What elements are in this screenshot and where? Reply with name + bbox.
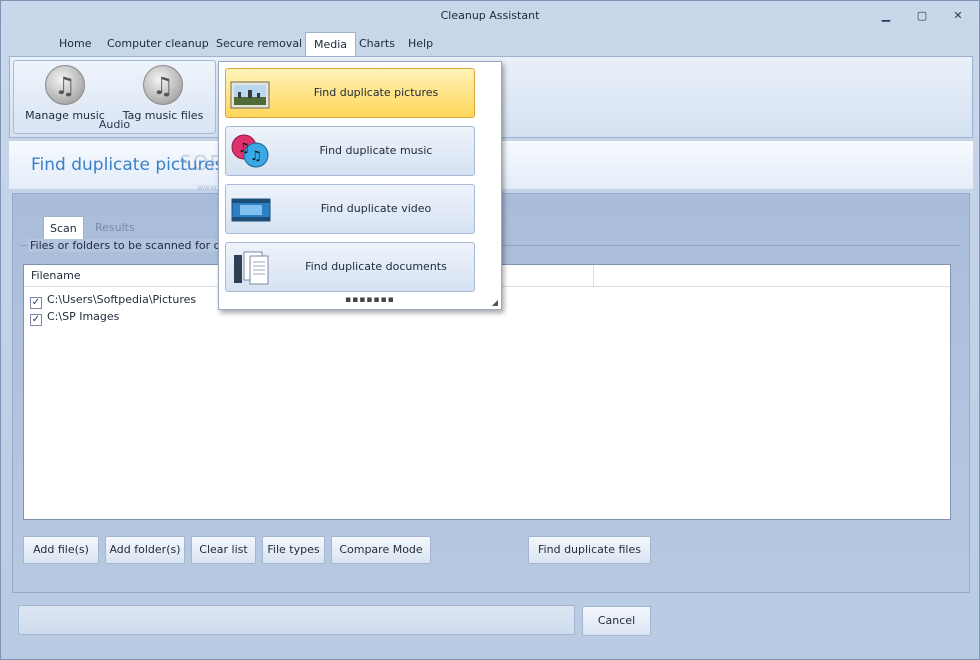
find-duplicate-music-item[interactable]: ♫ ♫ Find duplicate music — [225, 126, 475, 176]
tag-music-files-button[interactable]: ♫ Tag music files — [118, 65, 208, 122]
app-window: Cleanup Assistant ▁ ▢ ✕ Home Computer cl… — [0, 0, 980, 660]
resize-grip-icon[interactable]: ◢ — [492, 298, 498, 307]
svg-text:♫: ♫ — [238, 141, 250, 156]
dd-label-music: Find duplicate music — [319, 144, 433, 157]
dd-label-documents: Find duplicate documents — [305, 260, 447, 273]
maximize-icon: ▢ — [916, 9, 928, 22]
close-button[interactable]: ✕ — [950, 9, 966, 23]
menu-secure-removal[interactable]: Secure removal — [208, 32, 310, 56]
picture-icon — [230, 81, 270, 109]
menu-bar: Home Computer cleanup Secure removal Med… — [1, 32, 979, 57]
title-bar: Cleanup Assistant — [1, 1, 979, 31]
music-icon: ♫ ♫ — [231, 134, 269, 168]
row-path: C:\SP Images — [47, 310, 120, 323]
minimize-icon: ▁ — [881, 9, 891, 22]
tab-scan[interactable]: Scan — [43, 216, 84, 240]
window-title: Cleanup Assistant — [440, 9, 540, 22]
media-dropdown: Find duplicate pictures ♫ ♫ Find duplica… — [218, 61, 502, 310]
manage-music-button[interactable]: ♫ Manage music — [20, 65, 110, 122]
documents-icon — [234, 251, 269, 285]
menu-media[interactable]: Media — [305, 32, 357, 57]
ribbon-group-audio: ♫ Manage music ♫ Tag music files Audio — [13, 60, 216, 134]
music-tag-icon: ♫ — [143, 65, 183, 105]
cancel-button[interactable]: Cancel — [582, 606, 651, 636]
row-path: C:\Users\Softpedia\Pictures — [47, 293, 197, 306]
compare-mode-button[interactable]: Compare Mode — [331, 536, 431, 564]
progress-field — [18, 605, 575, 635]
clear-list-button[interactable]: Clear list — [191, 536, 256, 564]
svg-text:♫: ♫ — [250, 149, 262, 164]
ribbon-group-label: Audio — [98, 118, 131, 131]
minimize-button[interactable]: ▁ — [878, 9, 894, 23]
row-checkbox[interactable]: ✓ — [30, 314, 42, 326]
find-duplicate-video-item[interactable]: Find duplicate video — [225, 184, 475, 234]
close-icon: ✕ — [953, 9, 963, 22]
menu-charts[interactable]: Charts — [351, 32, 403, 56]
list-item[interactable]: ✓ C:\SP Images — [24, 308, 950, 326]
music-note-icon: ♫ — [45, 65, 85, 105]
find-duplicate-files-button[interactable]: Find duplicate files — [528, 536, 651, 564]
menu-home[interactable]: Home — [51, 32, 99, 56]
find-duplicate-documents-item[interactable]: Find duplicate documents — [225, 242, 475, 292]
dd-label-video: Find duplicate video — [320, 202, 432, 215]
maximize-button[interactable]: ▢ — [914, 9, 930, 23]
file-types-button[interactable]: File types — [262, 536, 325, 564]
video-icon — [231, 198, 271, 222]
menu-help[interactable]: Help — [400, 32, 441, 56]
dropdown-grip[interactable]: ▪▪▪▪▪▪▪ — [345, 295, 395, 305]
add-folders-button[interactable]: Add folder(s) — [105, 536, 185, 564]
dd-label-pictures: Find duplicate pictures — [313, 86, 439, 99]
add-files-button[interactable]: Add file(s) — [23, 536, 99, 564]
column-extra[interactable] — [594, 265, 952, 287]
menu-computer-cleanup[interactable]: Computer cleanup — [99, 32, 217, 56]
tab-results[interactable]: Results — [89, 216, 141, 240]
find-duplicate-pictures-item[interactable]: Find duplicate pictures — [225, 68, 475, 118]
